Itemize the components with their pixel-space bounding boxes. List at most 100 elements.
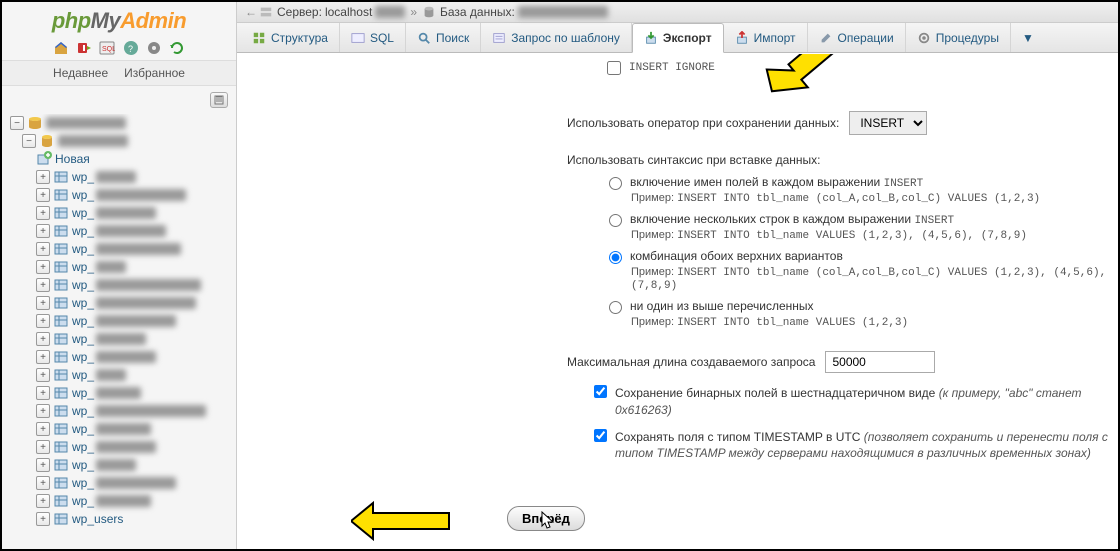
expand-toggle[interactable]: +: [36, 458, 50, 472]
logo[interactable]: phpMyAdmin: [2, 2, 236, 40]
table-icon: [53, 385, 69, 401]
expand-toggle[interactable]: +: [36, 188, 50, 202]
server-icon: [27, 115, 43, 131]
maxlen-label: Максимальная длина создаваемого запроса: [567, 355, 815, 369]
table-link[interactable]: wp_: [72, 350, 94, 364]
cursor-icon: [541, 511, 557, 531]
table-link[interactable]: wp_users: [72, 512, 123, 526]
table-link[interactable]: wp_: [72, 386, 94, 400]
expand-toggle[interactable]: −: [10, 116, 24, 130]
table-link[interactable]: wp_: [72, 404, 94, 418]
table-link[interactable]: wp_: [72, 242, 94, 256]
operator-select[interactable]: INSERT: [849, 111, 927, 135]
settings-icon[interactable]: [146, 40, 162, 56]
tab-recent[interactable]: Недавнее: [45, 63, 116, 83]
table-icon: [53, 421, 69, 437]
tab-import[interactable]: Импорт: [724, 23, 808, 52]
tab-sql[interactable]: SQL: [340, 23, 406, 52]
table-link[interactable]: wp_: [72, 170, 94, 184]
nav-handle-icon[interactable]: ←: [245, 5, 255, 19]
table-link[interactable]: wp_: [72, 332, 94, 346]
table-link[interactable]: wp_: [72, 206, 94, 220]
table-link[interactable]: wp_: [72, 188, 94, 202]
server-icon: [259, 5, 273, 19]
maxlen-input[interactable]: [825, 351, 935, 373]
table-icon: [53, 205, 69, 221]
syntax-radio-3[interactable]: комбинация обоих верхних вариантов: [609, 249, 1118, 264]
expand-toggle[interactable]: +: [36, 314, 50, 328]
svg-text:SQL: SQL: [102, 46, 115, 53]
expand-toggle[interactable]: +: [36, 368, 50, 382]
expand-toggle[interactable]: +: [36, 296, 50, 310]
expand-toggle[interactable]: +: [36, 494, 50, 508]
db-tree: − − Новая + wp_ + wp_ + wp_ + wp_ + wp_ + wp_ + wp_ + w…: [2, 114, 236, 549]
reload-icon[interactable]: [169, 40, 185, 56]
expand-toggle[interactable]: +: [36, 242, 50, 256]
tab-routines[interactable]: Процедуры: [906, 23, 1011, 52]
table-link[interactable]: wp_: [72, 440, 94, 454]
expand-toggle[interactable]: +: [36, 440, 50, 454]
table-icon: [53, 493, 69, 509]
tab-favorite[interactable]: Избранное: [116, 63, 193, 83]
expand-toggle[interactable]: +: [36, 386, 50, 400]
table-icon: [53, 349, 69, 365]
tab-query[interactable]: Запрос по шаблону: [481, 23, 632, 52]
top-tabs: Структура SQL Поиск Запрос по шаблону Эк…: [237, 23, 1118, 53]
tab-search[interactable]: Поиск: [406, 23, 481, 52]
table-link[interactable]: wp_: [72, 422, 94, 436]
expand-toggle[interactable]: +: [36, 260, 50, 274]
recent-tabs: Недавнее Избранное: [2, 60, 236, 86]
tab-more[interactable]: ▼: [1011, 23, 1045, 52]
syntax-radio-1[interactable]: включение имен полей в каждом выражении …: [609, 175, 1118, 190]
table-icon: [53, 439, 69, 455]
expand-toggle[interactable]: +: [36, 278, 50, 292]
table-link[interactable]: wp_: [72, 296, 94, 310]
expand-toggle[interactable]: −: [22, 134, 36, 148]
expand-toggle[interactable]: +: [36, 422, 50, 436]
bc-server-value[interactable]: localhost: [325, 5, 372, 19]
sql-icon[interactable]: SQL: [99, 40, 115, 56]
table-icon: [53, 223, 69, 239]
expand-toggle[interactable]: +: [36, 170, 50, 184]
new-icon[interactable]: [36, 151, 52, 167]
expand-toggle[interactable]: +: [36, 206, 50, 220]
expand-toggle[interactable]: +: [36, 350, 50, 364]
table-link[interactable]: wp_: [72, 368, 94, 382]
expand-toggle[interactable]: +: [36, 404, 50, 418]
expand-toggle[interactable]: +: [36, 224, 50, 238]
home-icon[interactable]: [53, 40, 69, 56]
hex-label: Сохранение бинарных полей в шестнадцатер…: [615, 386, 935, 400]
utc-label: Сохранять поля с типом TIMESTAMP в UTC: [615, 430, 860, 444]
tab-structure[interactable]: Структура: [241, 23, 340, 52]
table-link[interactable]: wp_: [72, 278, 94, 292]
utc-checkbox[interactable]: [594, 429, 607, 442]
tab-operations[interactable]: Операции: [808, 23, 906, 52]
table-icon: [53, 403, 69, 419]
table-icon: [53, 277, 69, 293]
syntax-radio-4[interactable]: ни один из выше перечисленных: [609, 299, 1118, 314]
docs-icon[interactable]: ?: [123, 40, 139, 56]
export-form: INSERT IGNORE Использовать оператор при …: [237, 53, 1118, 549]
table-link[interactable]: wp_: [72, 476, 94, 490]
table-icon: [53, 241, 69, 257]
expand-toggle[interactable]: +: [36, 332, 50, 346]
table-link[interactable]: wp_: [72, 224, 94, 238]
new-table-link[interactable]: Новая: [55, 152, 90, 166]
table-link[interactable]: wp_: [72, 314, 94, 328]
expand-toggle[interactable]: +: [36, 476, 50, 490]
logout-icon[interactable]: [76, 40, 92, 56]
table-icon: [53, 313, 69, 329]
table-link[interactable]: wp_: [72, 458, 94, 472]
syntax-label: Использовать синтаксис при вставке данны…: [567, 153, 1118, 167]
expand-toggle[interactable]: +: [36, 512, 50, 526]
collapse-icon[interactable]: [210, 92, 228, 108]
syntax-radio-2[interactable]: включение нескольких строк в каждом выра…: [609, 212, 1118, 227]
table-icon: [53, 475, 69, 491]
hex-checkbox[interactable]: [594, 385, 607, 398]
insert-ignore-checkbox[interactable]: [607, 61, 621, 75]
table-link[interactable]: wp_: [72, 260, 94, 274]
table-link[interactable]: wp_: [72, 494, 94, 508]
table-icon: [53, 295, 69, 311]
tab-export[interactable]: Экспорт: [632, 23, 724, 53]
db-icon: [422, 5, 436, 19]
